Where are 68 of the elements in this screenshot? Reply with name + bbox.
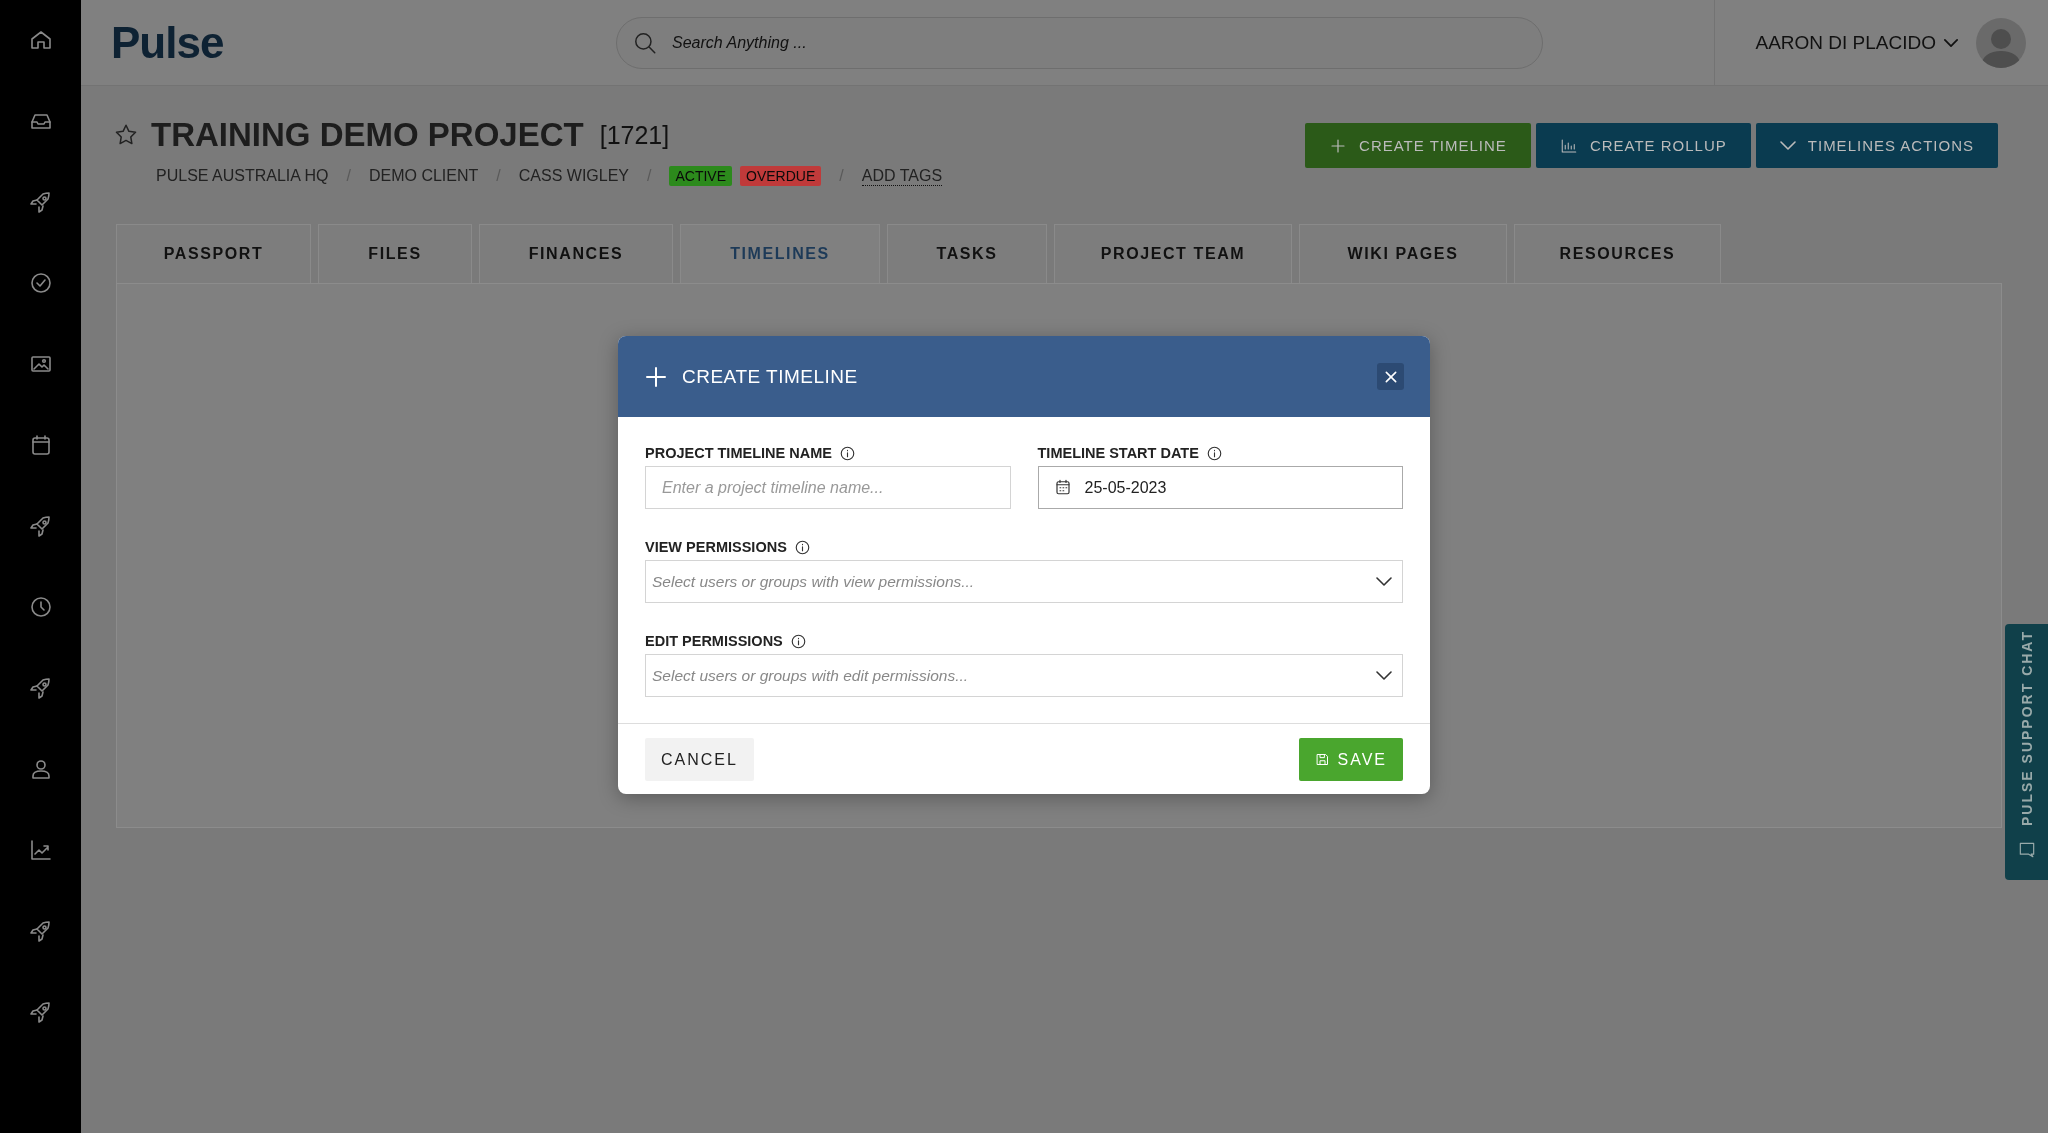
home-nav-button[interactable] bbox=[28, 28, 53, 52]
info-icon bbox=[1206, 445, 1222, 461]
tab[interactable]: TIMELINES bbox=[680, 224, 880, 283]
field-label: PROJECT TIMELINE NAME bbox=[645, 445, 832, 461]
status-tag: OVERDUE bbox=[740, 166, 822, 186]
breadcrumb-separator: / bbox=[647, 167, 652, 185]
rocket-nav-button[interactable] bbox=[28, 514, 53, 538]
info-icon bbox=[794, 539, 810, 555]
tab[interactable]: PASSPORT bbox=[116, 224, 311, 283]
select-dropdown[interactable]: Select users or groups with view permissions... bbox=[645, 560, 1403, 603]
rocket-nav-button[interactable] bbox=[28, 1000, 53, 1024]
select-dropdown[interactable]: Select users or groups with edit permissions... bbox=[645, 654, 1403, 697]
action-button[interactable]: TIMELINES ACTIONS bbox=[1755, 123, 1998, 168]
breadcrumb-link[interactable]: PULSE AUSTRALIA HQ bbox=[156, 167, 329, 185]
tab[interactable]: FILES bbox=[318, 224, 472, 283]
check-circle-icon bbox=[28, 271, 53, 295]
breadcrumb-link[interactable]: DEMO CLIENT bbox=[368, 167, 479, 185]
calendar-icon bbox=[1053, 478, 1072, 496]
rocket-icon bbox=[28, 676, 53, 700]
field-label: TIMELINE START DATE bbox=[1037, 445, 1199, 461]
check-circle-nav-button[interactable] bbox=[28, 271, 53, 295]
chart-nav-button[interactable] bbox=[28, 838, 53, 862]
chevron-down-icon bbox=[1779, 141, 1796, 150]
text-input-field[interactable]: Enter a project timeline name... bbox=[645, 466, 1011, 509]
chevron-down-icon bbox=[1376, 671, 1392, 680]
action-button[interactable]: CREATE ROLLUP bbox=[1535, 123, 1751, 168]
tab[interactable]: FINANCES bbox=[479, 224, 673, 283]
rocket-nav-button[interactable] bbox=[28, 676, 53, 700]
tab[interactable]: WIKI PAGES bbox=[1299, 224, 1507, 283]
chevron-down-icon bbox=[1376, 577, 1392, 586]
save-button[interactable]: SAVE bbox=[1298, 738, 1403, 781]
plus-icon bbox=[644, 364, 668, 389]
chart-icon bbox=[28, 838, 53, 862]
field-label: EDIT PERMISSIONS bbox=[645, 633, 783, 649]
status-tag: ACTIVE bbox=[669, 166, 733, 186]
rocket-icon bbox=[28, 1000, 53, 1024]
rocket-icon bbox=[28, 190, 53, 214]
bar-chart-icon bbox=[1559, 136, 1578, 155]
field-label: VIEW PERMISSIONS bbox=[645, 539, 787, 555]
action-button[interactable]: CREATE TIMELINE bbox=[1305, 123, 1531, 168]
project-number: [1721] bbox=[599, 120, 670, 150]
cancel-button[interactable]: CANCEL bbox=[645, 738, 754, 781]
breadcrumb-separator: / bbox=[346, 167, 351, 185]
rocket-icon bbox=[28, 919, 53, 943]
home-icon bbox=[28, 28, 53, 52]
info-icon bbox=[839, 445, 855, 461]
breadcrumb-separator: / bbox=[496, 167, 501, 185]
rocket-nav-button[interactable] bbox=[28, 919, 53, 943]
support-chat-tab[interactable]: PULSE SUPPORT CHAT bbox=[2005, 624, 2048, 880]
rocket-nav-button[interactable] bbox=[28, 190, 53, 214]
date-field[interactable]: 25-05-2023 bbox=[1037, 466, 1403, 509]
clock-nav-button[interactable] bbox=[28, 595, 53, 619]
tab[interactable]: RESOURCES bbox=[1514, 224, 1721, 283]
info-icon bbox=[790, 633, 806, 649]
breadcrumb-separator: / bbox=[839, 167, 844, 185]
rocket-icon bbox=[28, 514, 53, 538]
add-tags-link[interactable]: ADD TAGS bbox=[861, 166, 943, 186]
modal-title: CREATE TIMELINE bbox=[682, 365, 858, 388]
project-title: TRAINING DEMO PROJECT bbox=[151, 116, 584, 154]
breadcrumb-link[interactable]: CASS WIGLEY bbox=[518, 167, 629, 185]
tab[interactable]: PROJECT TEAM bbox=[1054, 224, 1292, 283]
close-button[interactable] bbox=[1377, 363, 1404, 390]
tab[interactable]: TASKS bbox=[887, 224, 1047, 283]
search-field[interactable]: Search Anything ... bbox=[616, 16, 1543, 69]
chevron-down-icon bbox=[1944, 38, 1958, 47]
logo[interactable]: Pulse bbox=[111, 17, 616, 68]
user-menu[interactable]: AARON DI PLACIDO bbox=[1755, 31, 1958, 54]
clock-icon bbox=[28, 595, 53, 619]
